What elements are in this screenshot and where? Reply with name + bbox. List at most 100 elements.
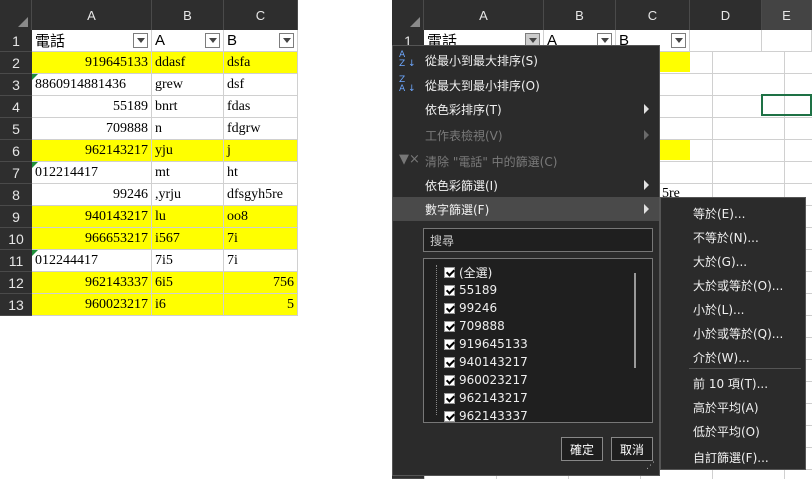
number-filter-option[interactable]: 小於或等於(Q)... <box>693 321 783 345</box>
column-header-b[interactable]: B <box>152 0 224 30</box>
cell-b[interactable]: bnrt <box>152 96 224 118</box>
sort-ascending-item[interactable]: AZ ↓ 從最小到最大排序(S) <box>393 48 659 72</box>
cell-c[interactable]: 7i <box>224 250 298 272</box>
number-filter-item[interactable]: 數字篩選(F) <box>393 197 659 221</box>
cell-a[interactable]: 962143337 <box>32 272 152 294</box>
checkbox[interactable] <box>444 320 455 332</box>
number-filter-option[interactable]: 大於(G)... <box>693 249 747 273</box>
number-filter-option[interactable]: 低於平均(O) <box>693 419 760 443</box>
filter-by-color-item[interactable]: 依色彩篩選(I) <box>393 173 659 197</box>
row-number[interactable]: 10 <box>0 228 32 250</box>
row-number[interactable]: 11 <box>0 250 32 272</box>
cell-a[interactable]: 99246 <box>32 184 152 206</box>
cell-b[interactable]: 7i5 <box>152 250 224 272</box>
filter-dropdown-button[interactable] <box>671 33 686 48</box>
number-filter-option[interactable]: 不等於(N)... <box>693 225 759 249</box>
row-number[interactable]: 13 <box>0 294 32 316</box>
number-filter-option[interactable]: 等於(E)... <box>693 201 745 225</box>
cell-c[interactable]: j <box>224 140 298 162</box>
checkbox[interactable] <box>444 338 455 350</box>
cell-c[interactable]: fdgrw <box>224 118 298 140</box>
column-header-c[interactable]: C <box>616 0 690 30</box>
cell-a[interactable]: 55189 <box>32 96 152 118</box>
checklist-item[interactable]: 55189 <box>444 281 497 299</box>
list-scrollbar[interactable] <box>634 273 636 368</box>
filter-dropdown-button[interactable] <box>133 33 148 48</box>
cell-c[interactable]: fdas <box>224 96 298 118</box>
checkbox[interactable] <box>444 374 455 386</box>
select-all-corner[interactable] <box>0 0 32 30</box>
row-number[interactable]: 3 <box>0 74 32 96</box>
cell-b[interactable]: i567 <box>152 228 224 250</box>
filter-dropdown-button[interactable] <box>279 33 294 48</box>
row-number[interactable]: 12 <box>0 272 32 294</box>
checkbox[interactable] <box>444 410 455 422</box>
checklist-item[interactable]: 919645133 <box>444 335 528 353</box>
cell-b[interactable]: ddasf <box>152 52 224 74</box>
cell-b[interactable]: ,yrju <box>152 184 224 206</box>
ok-button[interactable]: 確定 <box>561 437 603 461</box>
checkbox[interactable] <box>444 302 455 314</box>
row-number[interactable]: 5 <box>0 118 32 140</box>
column-header-d[interactable]: D <box>690 0 762 30</box>
row-number[interactable]: 2 <box>0 52 32 74</box>
header-cell-a[interactable]: 電話 <box>32 30 152 52</box>
cell-b[interactable]: grew <box>152 74 224 96</box>
checkbox[interactable] <box>444 356 455 368</box>
filter-dropdown-button[interactable] <box>205 33 220 48</box>
checkbox[interactable] <box>444 266 455 278</box>
column-header-e[interactable]: E <box>762 0 812 30</box>
cell-a[interactable]: 919645133 <box>32 52 152 74</box>
number-filter-option[interactable]: 介於(W)... <box>693 345 750 369</box>
row-number[interactable]: 1 <box>0 30 32 52</box>
checkbox[interactable] <box>444 284 455 296</box>
row-number[interactable]: 7 <box>0 162 32 184</box>
cell-c[interactable]: dfsgyh5re <box>224 184 298 206</box>
cell-a[interactable]: 8860914881436 <box>32 74 152 96</box>
sort-by-color-item[interactable]: 依色彩排序(T) <box>393 97 659 121</box>
column-header-a[interactable]: A <box>424 0 544 30</box>
number-filter-option[interactable]: 大於或等於(O)... <box>693 273 783 297</box>
search-input[interactable]: 搜尋 <box>423 228 653 252</box>
checklist-item[interactable]: 940143217 <box>444 353 528 371</box>
resize-grip-icon[interactable]: ⋰ <box>646 461 655 471</box>
checklist-item[interactable]: 962143217 <box>444 389 528 407</box>
cell-c[interactable]: 5 <box>224 294 298 316</box>
header-cell-c[interactable]: B <box>224 30 298 52</box>
cell-b[interactable]: yju <box>152 140 224 162</box>
cell-b[interactable]: n <box>152 118 224 140</box>
row-number[interactable]: 8 <box>0 184 32 206</box>
header-cell-b[interactable]: A <box>152 30 224 52</box>
cell-b[interactable]: 6i5 <box>152 272 224 294</box>
cell-a[interactable]: 709888 <box>32 118 152 140</box>
cell-a[interactable]: 012214417 <box>32 162 152 184</box>
row-number[interactable]: 6 <box>0 140 32 162</box>
checklist-item[interactable]: 709888 <box>444 317 505 335</box>
column-header-a[interactable]: A <box>32 0 152 30</box>
cell-c[interactable]: 756 <box>224 272 298 294</box>
number-filter-option[interactable]: 小於(L)... <box>693 297 745 321</box>
sort-descending-item[interactable]: ZA ↓ 從最大到最小排序(O) <box>393 73 659 97</box>
cell-c[interactable]: dsf <box>224 74 298 96</box>
select-all-corner[interactable] <box>392 0 424 30</box>
checklist-item[interactable]: 99246 <box>444 299 497 317</box>
number-filter-option[interactable]: 自訂篩選(F)... <box>693 445 769 469</box>
cell-a[interactable]: 012244417 <box>32 250 152 272</box>
cell-c[interactable]: dsfa <box>224 52 298 74</box>
cell-c[interactable]: 7i <box>224 228 298 250</box>
checkbox[interactable] <box>444 392 455 404</box>
cell-c[interactable]: oo8 <box>224 206 298 228</box>
row-number[interactable]: 4 <box>0 96 32 118</box>
cell-a[interactable]: 940143217 <box>32 206 152 228</box>
cell-b[interactable]: lu <box>152 206 224 228</box>
column-header-b[interactable]: B <box>544 0 616 30</box>
number-filter-option[interactable]: 前 10 項(T)... <box>693 371 768 395</box>
cell-a[interactable]: 962143217 <box>32 140 152 162</box>
checklist-item[interactable]: (全選) <box>444 263 492 281</box>
cell-a[interactable]: 966653217 <box>32 228 152 250</box>
active-cell[interactable] <box>761 94 812 116</box>
cell-c[interactable]: ht <box>224 162 298 184</box>
cell-a[interactable]: 960023217 <box>32 294 152 316</box>
checklist-item[interactable]: 960023217 <box>444 371 528 389</box>
cell-b[interactable]: mt <box>152 162 224 184</box>
